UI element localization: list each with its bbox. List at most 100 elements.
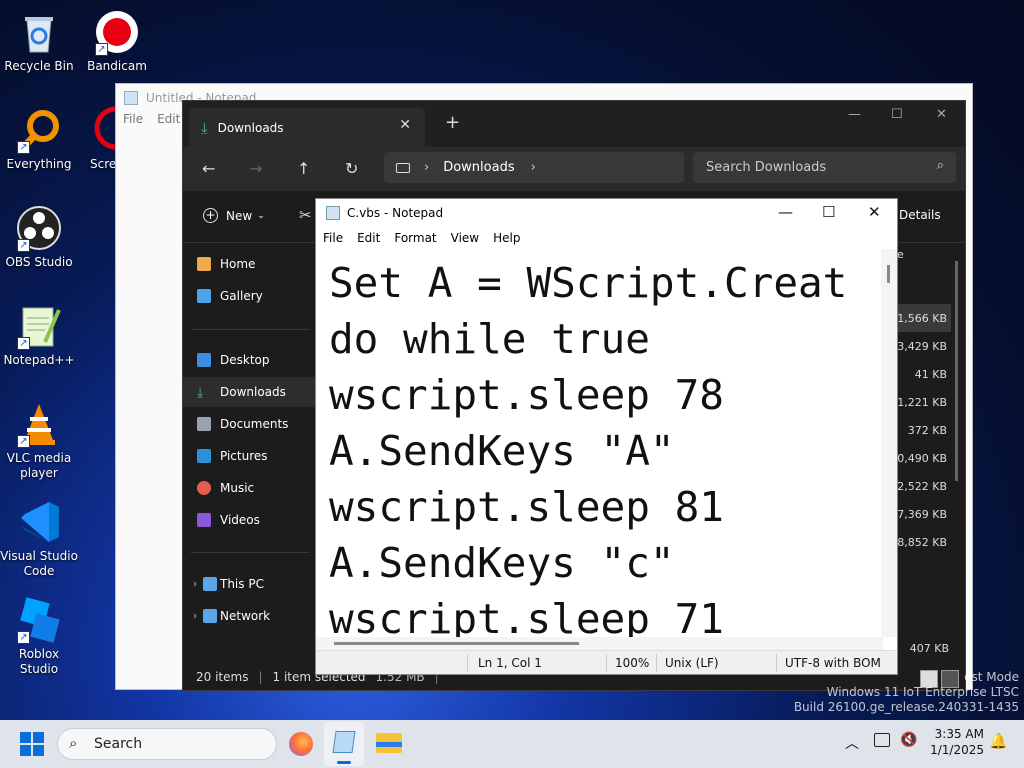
menu-format[interactable]: Format (394, 231, 436, 245)
desktop-icon-label: Visual Studio Code (0, 549, 78, 578)
nav-label: This PC (220, 577, 264, 591)
nav-label: Downloads (220, 385, 286, 399)
scrollbar[interactable] (955, 261, 958, 481)
back-button[interactable]: ← (202, 159, 215, 178)
menu-help[interactable]: Help (493, 231, 520, 245)
clock-time: 3:35 AM (934, 727, 984, 741)
address-bar-row: ← → ↑ ↻ › Downloads › Search Downloads ⌕ (183, 147, 965, 191)
download-icon: ⤓ (201, 118, 208, 137)
desktop-icon-vlc[interactable]: ↗ VLC media player (0, 400, 78, 481)
vertical-scrollbar[interactable] (881, 249, 897, 637)
maximize-button[interactable]: ☐ (822, 203, 835, 221)
desktop-icon-label: Scre (90, 157, 117, 171)
chevron-right-icon[interactable]: › (193, 611, 197, 622)
volume-icon[interactable]: 🔇 (900, 732, 917, 748)
table-cell-size[interactable]: 407 KB (910, 642, 949, 655)
nav-label: Network (220, 609, 271, 623)
minimize-button[interactable]: — (778, 203, 793, 221)
clock[interactable]: 3:35 AM 1/1/2025 (930, 726, 984, 758)
search-placeholder: Search Downloads (706, 160, 827, 175)
tab-downloads[interactable]: ⤓ Downloads ✕ (189, 108, 425, 147)
status-divider (606, 654, 607, 672)
firefox-icon[interactable] (289, 732, 313, 756)
desktop-icon-bandicam[interactable]: ↗ Bandicam (78, 8, 156, 74)
desktop-icon-label: Recycle Bin (4, 59, 74, 73)
notepad-icon (326, 206, 340, 220)
menu-edit[interactable]: Edit (157, 112, 180, 126)
start-button[interactable] (20, 732, 44, 756)
menu-file[interactable]: File (323, 231, 343, 245)
line-ending: Unix (LF) (665, 656, 719, 670)
desktop-icon-recycle-bin[interactable]: Recycle Bin (0, 8, 78, 74)
bandicam-icon: ↗ (93, 8, 141, 56)
recycle-bin-icon (15, 8, 63, 56)
nav-documents[interactable]: Documents (183, 409, 317, 439)
menu-bar: File Edit Format View Help (316, 227, 897, 249)
desktop-icon-screen-recorder[interactable]: Scre (78, 106, 118, 172)
scrollbar-thumb[interactable] (334, 642, 579, 645)
nav-this-pc[interactable]: › This PC (183, 569, 317, 599)
new-tab-button[interactable]: + (445, 112, 460, 133)
notepad-icon (332, 731, 356, 753)
everything-icon: ↗ (15, 106, 63, 154)
nav-gallery[interactable]: Gallery (183, 281, 317, 311)
chevron-up-icon[interactable]: ︿ (845, 733, 859, 753)
cvbs-notepad-window[interactable]: C.vbs - Notepad — ☐ ✕ File Edit Format V… (315, 198, 898, 675)
nav-downloads[interactable]: ⤓ Downloads (183, 377, 317, 407)
desktop-icon-label: VLC media player (6, 451, 72, 480)
desktop-icon-everything[interactable]: ↗ Everything (0, 106, 78, 172)
nav-network[interactable]: › Network (183, 601, 317, 631)
menu-edit[interactable]: Edit (357, 231, 380, 245)
close-window-button[interactable]: ✕ (868, 203, 881, 221)
nav-label: Pictures (220, 449, 268, 463)
watermark-line: Windows 11 IoT Enterprise LTSC (826, 685, 1019, 699)
cursor-position: Ln 1, Col 1 (478, 656, 542, 670)
minimize-button[interactable]: — (848, 107, 861, 122)
cut-icon[interactable]: ✂ (299, 206, 312, 224)
refresh-button[interactable]: ↻ (345, 159, 358, 178)
new-button[interactable]: + New ⌄ (203, 208, 265, 223)
close-window-button[interactable]: ✕ (936, 107, 947, 122)
address-bar[interactable]: › Downloads › (384, 152, 684, 183)
nav-home[interactable]: Home (183, 249, 317, 279)
zoom-level: 100% (615, 656, 650, 670)
text-editor[interactable]: Set A = WScript.Creat do while true wscr… (316, 249, 883, 637)
network-status-icon[interactable] (874, 733, 890, 747)
size-column-header[interactable]: e (897, 248, 904, 261)
horizontal-scrollbar[interactable] (316, 637, 883, 650)
maximize-button[interactable]: ☐ (891, 107, 903, 122)
desktop-icon-roblox-studio[interactable]: ↗ Roblox Studio (0, 596, 78, 677)
notepad-plus-plus-icon: ↗ (15, 302, 63, 350)
search-input[interactable]: Search Downloads ⌕ (693, 152, 956, 183)
file-explorer-taskbar-icon[interactable] (376, 730, 402, 754)
search-icon: ⌕ (936, 158, 944, 173)
nav-pictures[interactable]: Pictures (183, 441, 317, 471)
desktop-icon-vscode[interactable]: Visual Studio Code (0, 498, 78, 579)
notepad-taskbar-icon[interactable] (324, 722, 364, 766)
nav-desktop[interactable]: Desktop (183, 345, 317, 375)
search-icon: ⌕ (69, 734, 78, 752)
window-titlebar[interactable]: C.vbs - Notepad — ☐ ✕ (316, 199, 897, 227)
menu-file[interactable]: File (123, 112, 143, 126)
breadcrumb[interactable]: Downloads (443, 160, 514, 175)
forward-button[interactable]: → (249, 159, 262, 178)
scrollbar-thumb[interactable] (887, 265, 890, 283)
videos-icon (197, 513, 211, 527)
desktop-icon-obs[interactable]: ↗ OBS Studio (0, 204, 78, 270)
taskbar-search[interactable]: ⌕ Search (57, 728, 277, 760)
notification-bell-icon[interactable]: 🔔 (989, 732, 1008, 750)
menu-view[interactable]: View (451, 231, 479, 245)
pc-icon (203, 577, 217, 591)
nav-music[interactable]: Music (183, 473, 317, 503)
desktop-icon-notepad-plus-plus[interactable]: ↗ Notepad++ (0, 302, 78, 368)
details-button[interactable]: Details (899, 208, 941, 222)
pictures-icon (197, 449, 211, 463)
nav-videos[interactable]: Videos (183, 505, 317, 535)
close-tab-icon[interactable]: ✕ (399, 117, 411, 133)
tab-strip: ⤓ Downloads ✕ + — ☐ ✕ (183, 101, 965, 147)
monitor-icon (396, 162, 410, 173)
up-button[interactable]: ↑ (297, 159, 310, 178)
window-title: C.vbs - Notepad (347, 206, 444, 220)
plus-circle-icon: + (203, 208, 218, 223)
chevron-right-icon[interactable]: › (193, 579, 197, 590)
